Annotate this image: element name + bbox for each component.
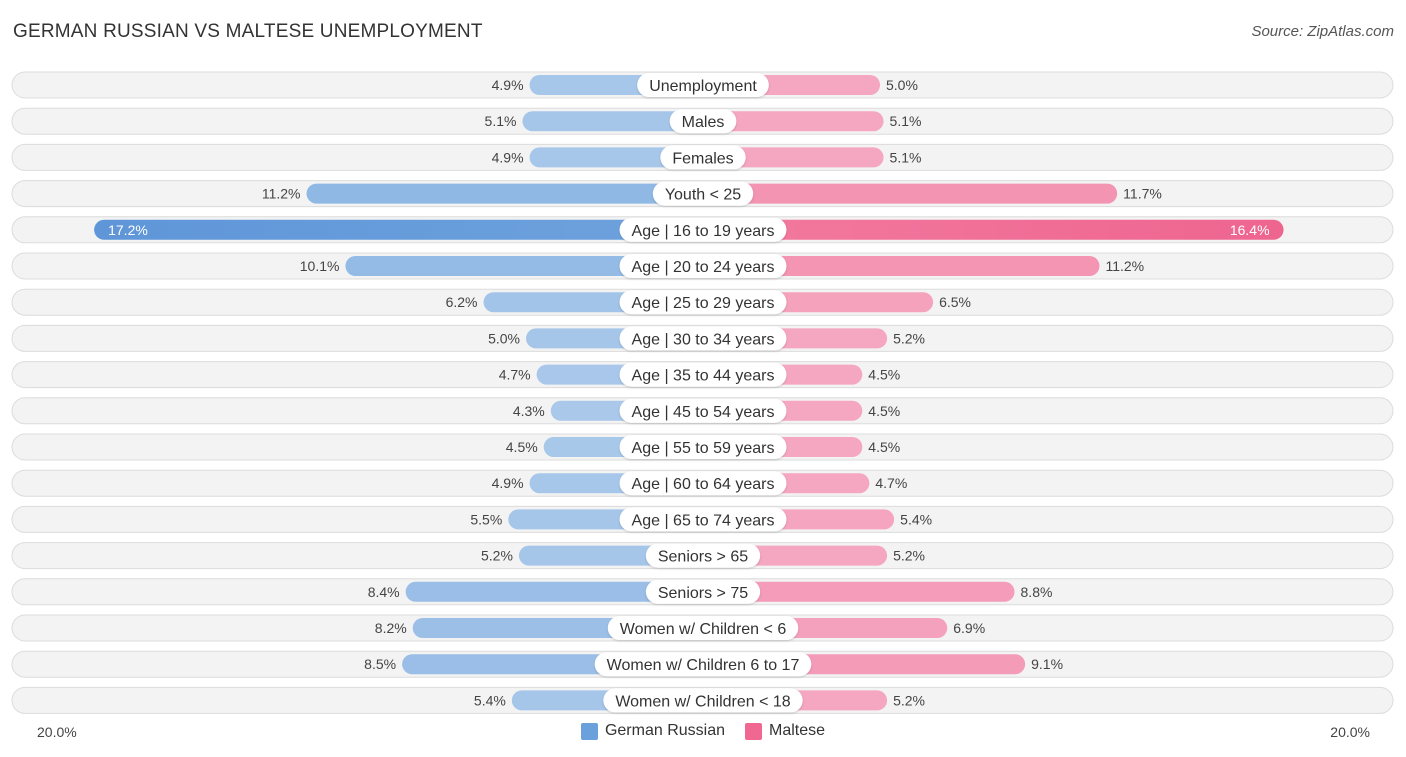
category-label: Unemployment xyxy=(649,78,757,95)
value-label-german-russian: 4.7% xyxy=(499,367,531,383)
value-label-german-russian: 5.5% xyxy=(470,511,502,527)
chart-row: 8.5% 9.1% Women w/ Children 6 to 17 xyxy=(11,650,1394,678)
value-label-maltese: 5.2% xyxy=(893,330,925,346)
chart-row: 11.2% 11.7% Youth < 25 xyxy=(11,180,1394,208)
chart-row: 8.2% 6.9% Women w/ Children < 6 xyxy=(11,614,1394,642)
category-label: Women w/ Children < 18 xyxy=(615,693,790,710)
chart-row: 10.1% 11.2% Age | 20 to 24 years xyxy=(11,252,1394,280)
category-label: Age | 35 to 44 years xyxy=(632,368,775,385)
legend: German Russian Maltese xyxy=(0,722,1406,740)
bar-german-russian xyxy=(306,183,703,204)
chart-canvas: 4.9% 5.0% Unemployment 5.1% 5.1% Males 4.9% 5.1… xyxy=(11,71,1394,714)
bar-maltese xyxy=(703,219,1284,240)
legend-item-german-russian[interactable]: German Russian xyxy=(580,722,725,740)
value-label-german-russian: 5.0% xyxy=(488,330,520,346)
chart-row: 5.2% 5.2% Seniors > 65 xyxy=(11,542,1394,570)
value-label-maltese: 4.7% xyxy=(875,475,907,491)
value-label-german-russian: 4.9% xyxy=(492,475,524,491)
category-label: Age | 55 to 59 years xyxy=(632,440,775,457)
legend-swatch-german-russian xyxy=(580,722,598,740)
value-label-maltese: 5.1% xyxy=(890,149,922,165)
value-label-maltese: 6.9% xyxy=(953,620,985,636)
chart-row: 5.1% 5.1% Males xyxy=(11,107,1394,135)
category-label: Age | 25 to 29 years xyxy=(632,295,775,312)
category-label: Youth < 25 xyxy=(665,187,741,204)
category-label: Women w/ Children 6 to 17 xyxy=(607,657,800,674)
value-label-maltese: 5.2% xyxy=(893,692,925,708)
chart-row: 17.2% 16.4% Age | 16 to 19 years xyxy=(11,216,1394,244)
category-label: Age | 30 to 34 years xyxy=(632,331,775,348)
legend-label-maltese: Maltese xyxy=(769,722,826,739)
value-label-maltese: 11.2% xyxy=(1105,258,1144,274)
value-label-german-russian: 8.2% xyxy=(375,620,407,636)
chart-row: 5.0% 5.2% Age | 30 to 34 years xyxy=(11,324,1394,352)
value-label-maltese: 4.5% xyxy=(868,367,900,383)
value-label-maltese: 4.5% xyxy=(868,439,900,455)
value-label-german-russian: 5.2% xyxy=(481,548,513,564)
value-label-german-russian: 4.9% xyxy=(492,77,524,93)
chart-row: 4.9% 5.0% Unemployment xyxy=(11,71,1394,99)
value-label-german-russian: 10.1% xyxy=(300,258,340,274)
category-label: Females xyxy=(672,150,733,167)
value-label-maltese: 16.4% xyxy=(1230,222,1270,238)
chart-rows: 4.9% 5.0% Unemployment 5.1% 5.1% Males 4.9% 5.1… xyxy=(11,71,1394,714)
chart-row: 4.5% 4.5% Age | 55 to 59 years xyxy=(11,433,1394,461)
chart-row: 4.3% 4.5% Age | 45 to 54 years xyxy=(11,397,1394,425)
value-label-german-russian: 6.2% xyxy=(446,294,478,310)
value-label-german-russian: 5.4% xyxy=(474,692,506,708)
bar-maltese xyxy=(703,183,1118,204)
value-label-maltese: 6.5% xyxy=(939,294,971,310)
value-label-german-russian: 4.3% xyxy=(513,403,545,419)
category-label: Age | 16 to 19 years xyxy=(632,223,775,240)
bar-german-russian xyxy=(94,219,704,240)
value-label-german-russian: 4.5% xyxy=(506,439,538,455)
category-label: Seniors > 75 xyxy=(658,585,748,602)
value-label-german-russian: 8.4% xyxy=(368,584,400,600)
category-label: Age | 60 to 64 years xyxy=(632,476,775,493)
value-label-maltese: 5.0% xyxy=(886,77,918,93)
value-label-german-russian: 4.9% xyxy=(492,149,524,165)
category-label: Seniors > 65 xyxy=(658,549,748,566)
legend-label-german-russian: German Russian xyxy=(604,722,725,739)
category-label: Age | 45 to 54 years xyxy=(632,404,775,421)
chart-row: 6.2% 6.5% Age | 25 to 29 years xyxy=(11,288,1394,316)
chart-row: 4.9% 4.7% Age | 60 to 64 years xyxy=(11,469,1394,497)
value-label-maltese: 5.1% xyxy=(890,113,922,129)
value-label-german-russian: 5.1% xyxy=(485,113,517,129)
value-label-maltese: 5.2% xyxy=(893,548,925,564)
value-label-maltese: 4.5% xyxy=(868,403,900,419)
chart-row: 4.7% 4.5% Age | 35 to 44 years xyxy=(11,361,1394,389)
value-label-german-russian: 11.2% xyxy=(262,186,301,202)
chart-row: 8.4% 8.8% Seniors > 75 xyxy=(11,578,1394,606)
category-label: Age | 65 to 74 years xyxy=(632,512,775,529)
legend-swatch-maltese xyxy=(745,722,762,740)
legend-item-maltese[interactable]: Maltese xyxy=(745,722,825,740)
chart-row: 4.9% 5.1% Females xyxy=(11,143,1394,171)
value-label-maltese: 9.1% xyxy=(1031,656,1063,672)
value-label-german-russian: 17.2% xyxy=(108,222,148,238)
chart-row: 5.5% 5.4% Age | 65 to 74 years xyxy=(11,505,1394,533)
value-label-maltese: 8.8% xyxy=(1021,584,1053,600)
value-label-german-russian: 8.5% xyxy=(364,656,396,672)
value-label-maltese: 11.7% xyxy=(1123,186,1162,202)
value-label-maltese: 5.4% xyxy=(900,511,932,527)
category-label: Age | 20 to 24 years xyxy=(632,259,775,276)
category-label: Males xyxy=(682,114,725,131)
chart-row: 5.4% 5.2% Women w/ Children < 18 xyxy=(11,686,1394,714)
category-label: Women w/ Children < 6 xyxy=(620,621,787,638)
